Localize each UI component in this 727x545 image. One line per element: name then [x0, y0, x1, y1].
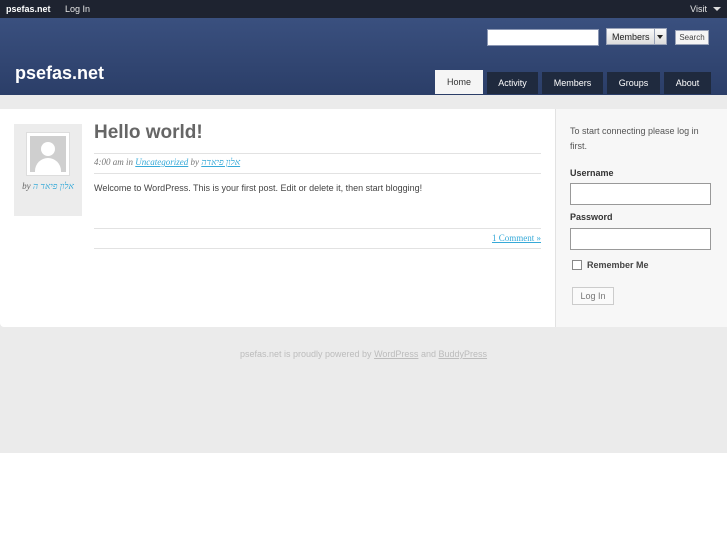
- admin-bar: psefas.net Log In Visit: [0, 0, 727, 18]
- author-byline: by אלון פיאד ה: [22, 181, 74, 191]
- post-body: Welcome to WordPress. This is your first…: [94, 183, 423, 193]
- divider: [94, 248, 541, 249]
- username-field[interactable]: [570, 183, 711, 205]
- nav-tab-about[interactable]: About: [664, 72, 711, 94]
- category-link[interactable]: Uncategorized: [135, 157, 188, 167]
- admin-bar-login-link[interactable]: Log In: [65, 4, 90, 14]
- login-intro: To start connecting please log in first.: [570, 126, 699, 151]
- search-scope-value: Members: [612, 32, 650, 42]
- wordpress-link[interactable]: WordPress: [374, 349, 418, 359]
- post-meta: 4:00 am in Uncategorized by אלון פיאדה: [94, 157, 241, 167]
- avatar[interactable]: [26, 132, 70, 176]
- footer: psefas.net is proudly powered by WordPre…: [239, 349, 488, 359]
- author-link[interactable]: אלון פיאדה: [201, 157, 240, 167]
- chevron-down-icon[interactable]: [713, 7, 721, 11]
- search-input[interactable]: [487, 29, 599, 46]
- remember-me-checkbox[interactable]: [572, 260, 582, 270]
- post-title[interactable]: Hello world!: [94, 122, 203, 144]
- divider: [94, 228, 541, 229]
- admin-bar-visit-menu[interactable]: Visit: [690, 4, 707, 14]
- password-label: Password: [570, 212, 613, 222]
- search-scope-select[interactable]: Members: [606, 28, 667, 45]
- admin-bar-site-link[interactable]: psefas.net: [6, 4, 51, 14]
- chevron-down-icon: [657, 35, 663, 39]
- username-label: Username: [570, 168, 614, 178]
- nav-tab-groups[interactable]: Groups: [607, 72, 660, 94]
- divider: [94, 173, 541, 174]
- nav-tab-members[interactable]: Members: [542, 72, 603, 94]
- remember-me-label: Remember Me: [587, 260, 649, 270]
- site-title[interactable]: psefas.net: [15, 63, 104, 84]
- site-header: psefas.net Members Search Home Activity …: [0, 18, 727, 96]
- user-icon: [30, 136, 66, 172]
- comments-link[interactable]: 1 Comment »: [441, 233, 541, 243]
- password-field[interactable]: [570, 228, 711, 250]
- nav-tab-home[interactable]: Home: [435, 70, 483, 94]
- dropdown-arrow[interactable]: [654, 29, 666, 44]
- nav-tab-activity[interactable]: Activity: [487, 72, 538, 94]
- post-author-box: by אלון פיאד ה: [14, 124, 82, 216]
- search-button[interactable]: Search: [675, 30, 709, 45]
- login-button[interactable]: Log In: [572, 287, 614, 305]
- buddypress-link[interactable]: BuddyPress: [438, 349, 487, 359]
- divider: [94, 153, 541, 154]
- author-link[interactable]: אלון פיאד ה: [33, 181, 74, 191]
